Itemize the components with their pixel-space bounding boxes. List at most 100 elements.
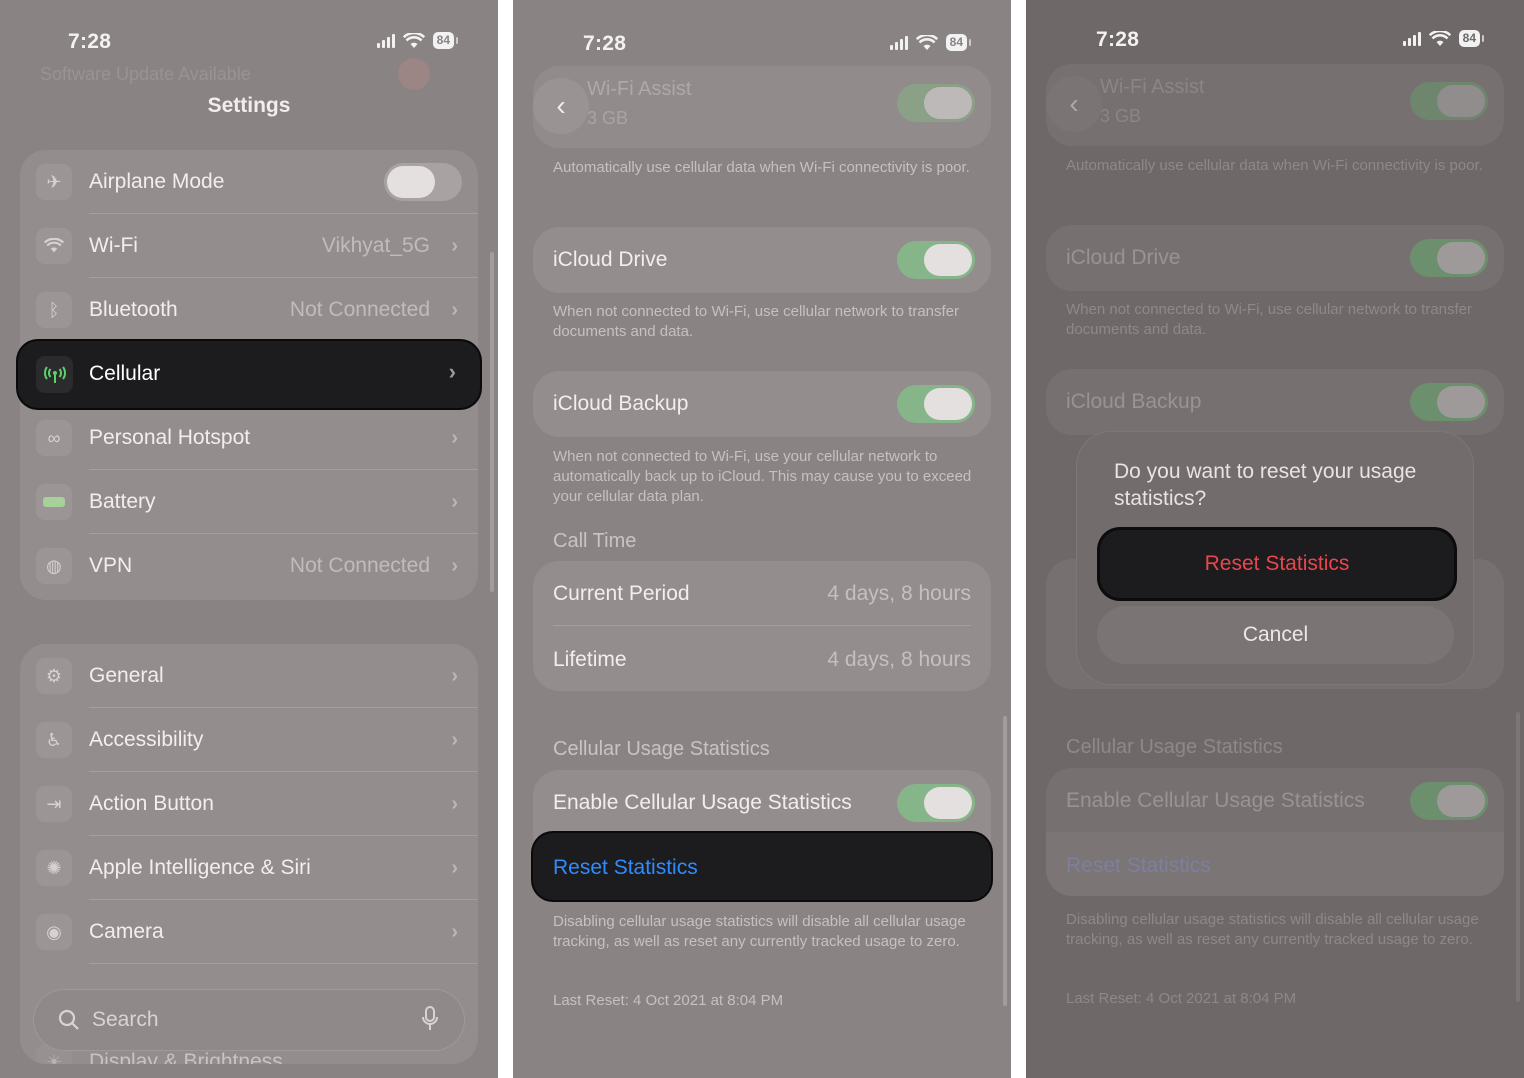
row-battery[interactable]: Battery › xyxy=(20,470,478,534)
cancel-button[interactable]: Cancel xyxy=(1097,606,1454,664)
badge-icon xyxy=(398,58,430,90)
status-time: 7:28 xyxy=(68,30,112,53)
call-time-header: Call Time xyxy=(553,530,637,552)
battery-status-icon: 84 xyxy=(945,34,972,51)
row-wifi[interactable]: Wi-Fi Vikhyat_5G › xyxy=(20,214,478,278)
bluetooth-status-value: Not Connected xyxy=(289,298,430,321)
row-label: Bluetooth xyxy=(89,298,178,321)
chevron-right-icon: › xyxy=(451,792,458,815)
cellular-screen: 7:28 84 Wi-Fi Assist 3 GB ‹ Automaticall… xyxy=(513,0,1011,1078)
row-apple-intelligence-siri[interactable]: ✺ Apple Intelligence & Siri › xyxy=(20,836,478,900)
row-bluetooth[interactable]: ᛒ Bluetooth Not Connected › xyxy=(20,278,478,342)
row-personal-hotspot[interactable]: ∞ Personal Hotspot › xyxy=(20,406,478,470)
icloud-backup-label: iCloud Backup xyxy=(1066,390,1202,413)
wifi-assist-label: Wi-Fi Assist xyxy=(1100,76,1205,98)
scrollbar[interactable] xyxy=(1516,712,1520,1002)
back-button[interactable]: ‹ xyxy=(533,78,589,134)
wifi-assist-label: Wi-Fi Assist xyxy=(587,78,692,100)
wifi-assist-toggle[interactable] xyxy=(1410,82,1488,120)
hotspot-icon: ∞ xyxy=(36,420,72,456)
wifi-network-value: Vikhyat_5G xyxy=(321,234,430,257)
row-accessibility[interactable]: ♿ Accessibility › xyxy=(20,708,478,772)
current-period-value: 4 days, 8 hours xyxy=(827,582,971,605)
chevron-right-icon: › xyxy=(451,664,458,687)
wifi-assist-card: Wi-Fi Assist 3 GB xyxy=(533,66,991,148)
search-field[interactable]: Search xyxy=(34,990,464,1050)
row-label: Accessibility xyxy=(89,728,204,751)
status-time: 7:28 xyxy=(1096,28,1140,51)
cancel-label: Cancel xyxy=(1242,623,1309,646)
battery-icon xyxy=(36,484,72,520)
faded-banner: Software Update Available xyxy=(40,64,251,84)
enable-usage-toggle[interactable] xyxy=(897,784,975,822)
siri-icon: ✺ xyxy=(36,850,72,886)
status-bar: 7:28 84 xyxy=(513,24,1011,64)
vpn-icon: ◍ xyxy=(36,548,72,584)
signal-icon xyxy=(889,35,908,50)
airplane-mode-toggle[interactable] xyxy=(384,163,462,201)
reset-statistics-button[interactable]: Reset Statistics xyxy=(533,833,991,900)
row-cellular[interactable]: Cellular › xyxy=(18,341,480,408)
row-label: Cellular xyxy=(89,362,161,385)
settings-screen: 7:28 84 Software Update Available Settin… xyxy=(0,0,498,1078)
row-label: Battery xyxy=(89,490,156,513)
row-camera[interactable]: ◉ Camera › xyxy=(20,900,478,964)
accessibility-icon: ♿ xyxy=(36,722,72,758)
chevron-right-icon: › xyxy=(451,490,458,513)
dialog-message: Do you want to reset your usage statisti… xyxy=(1114,460,1417,510)
icloud-backup-toggle[interactable] xyxy=(897,385,975,423)
lifetime-label: Lifetime xyxy=(553,648,627,671)
back-button[interactable]: ‹ xyxy=(1046,76,1102,132)
gear-icon: ⚙ xyxy=(36,658,72,694)
usage-statistics-description: Disabling cellular usage statistics will… xyxy=(553,913,966,950)
row-vpn[interactable]: ◍ VPN Not Connected › xyxy=(20,534,478,598)
search-icon xyxy=(58,1009,79,1030)
page-title: Settings xyxy=(207,94,291,117)
chevron-right-icon: › xyxy=(451,856,458,879)
scrollbar[interactable] xyxy=(490,252,494,592)
row-airplane-mode[interactable]: ✈ Airplane Mode xyxy=(20,150,478,214)
status-bar: 7:28 84 xyxy=(0,22,498,62)
battery-status-icon: 84 xyxy=(432,32,459,49)
chevron-right-icon: › xyxy=(451,920,458,943)
reset-statistics-label: Reset Statistics xyxy=(553,856,698,879)
vpn-status-value: Not Connected xyxy=(289,554,430,577)
wifi-status-icon xyxy=(915,34,938,50)
icloud-drive-card: iCloud Drive xyxy=(1046,225,1504,291)
search-placeholder: Search xyxy=(92,1008,159,1031)
bluetooth-icon: ᛒ xyxy=(36,292,72,328)
row-label: Wi-Fi xyxy=(89,234,138,257)
row-label: General xyxy=(89,664,164,687)
scrollbar[interactable] xyxy=(1003,716,1007,1006)
row-label: Apple Intelligence & Siri xyxy=(89,856,311,879)
icloud-backup-toggle[interactable] xyxy=(1410,383,1488,421)
icloud-drive-description: When not connected to Wi-Fi, use cellula… xyxy=(553,303,960,340)
icloud-drive-label: iCloud Drive xyxy=(1066,246,1181,269)
chevron-right-icon: › xyxy=(451,728,458,751)
icloud-drive-label: iCloud Drive xyxy=(553,248,668,271)
icloud-drive-toggle[interactable] xyxy=(897,241,975,279)
icloud-backup-card: iCloud Backup xyxy=(533,371,991,437)
usage-statistics-card: Enable Cellular Usage Statistics Reset S… xyxy=(1046,768,1504,896)
lifetime-value: 4 days, 8 hours xyxy=(827,648,971,671)
icloud-backup-card: iCloud Backup xyxy=(1046,369,1504,435)
reset-statistics-confirm-button[interactable]: Reset Statistics xyxy=(1100,530,1454,598)
wifi-assist-size: 3 GB xyxy=(1100,106,1142,126)
reset-statistics-label: Reset Statistics xyxy=(1066,854,1211,877)
row-general[interactable]: ⚙ General › xyxy=(20,644,478,708)
enable-usage-toggle[interactable] xyxy=(1410,782,1488,820)
icloud-drive-toggle[interactable] xyxy=(1410,239,1488,277)
icloud-backup-description: When not connected to Wi-Fi, use your ce… xyxy=(553,448,972,505)
microphone-icon[interactable] xyxy=(422,1006,438,1032)
usage-statistics-description: Disabling cellular usage statistics will… xyxy=(1066,911,1479,948)
row-label: Display & Brightness xyxy=(89,1050,283,1064)
enable-usage-label: Enable Cellular Usage Statistics xyxy=(553,791,852,814)
wifi-assist-toggle[interactable] xyxy=(897,84,975,122)
reset-confirmation-screen: 7:28 84 Wi-Fi Assist 3 GB ‹ Automaticall… xyxy=(1026,0,1524,1078)
wifi-assist-card: Wi-Fi Assist 3 GB xyxy=(1046,64,1504,146)
wifi-status-icon xyxy=(1428,30,1451,46)
row-label: Personal Hotspot xyxy=(89,426,251,449)
row-action-button[interactable]: ⇥ Action Button › xyxy=(20,772,478,836)
chevron-right-icon: › xyxy=(451,298,458,321)
icloud-drive-card: iCloud Drive xyxy=(533,227,991,293)
